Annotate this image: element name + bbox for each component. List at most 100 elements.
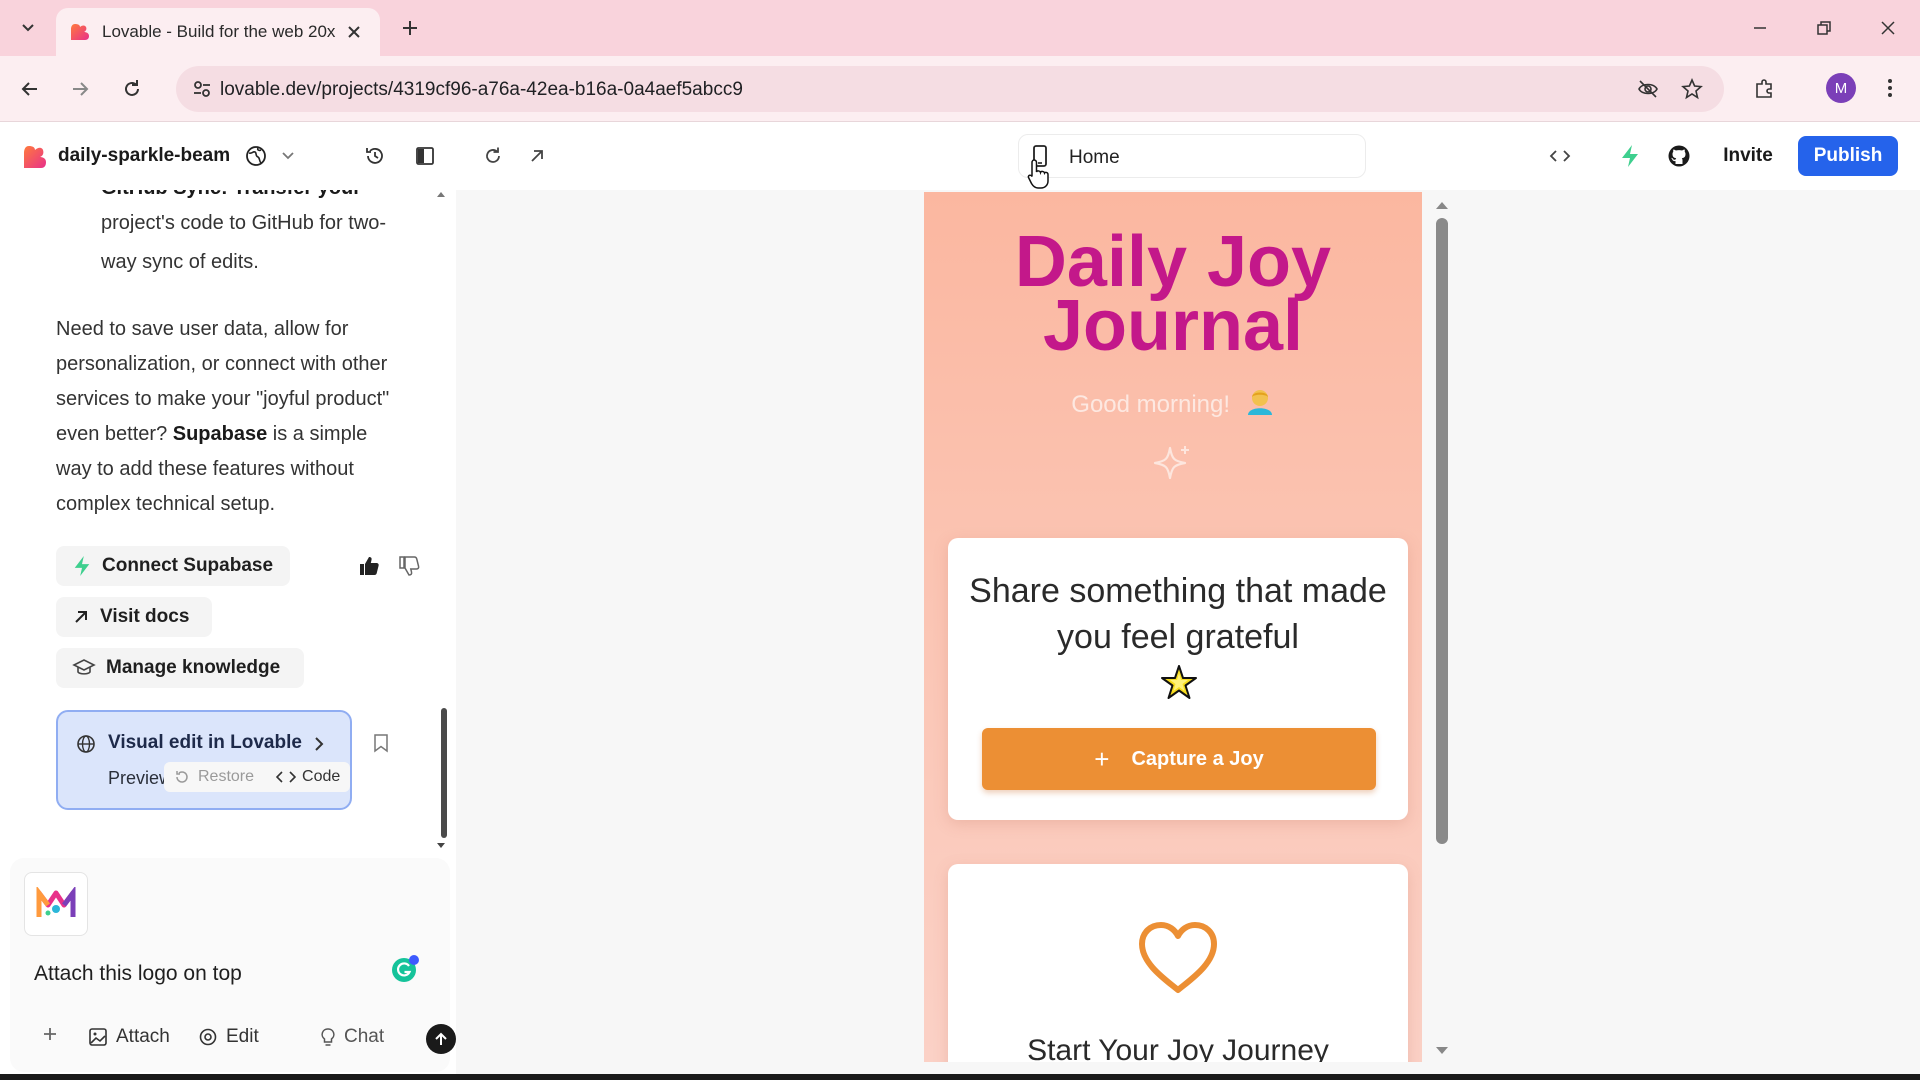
publish-button[interactable]: Publish bbox=[1798, 136, 1898, 176]
site-info-icon[interactable] bbox=[190, 77, 214, 101]
history-icon[interactable] bbox=[361, 142, 389, 170]
profile-avatar[interactable]: M bbox=[1826, 73, 1856, 103]
route-text: Home bbox=[1069, 147, 1120, 168]
extensions-icon bbox=[1756, 79, 1772, 98]
chat-line: way sync of edits. bbox=[101, 251, 259, 273]
open-external-icon[interactable] bbox=[523, 142, 551, 170]
scroll-down-arrow[interactable] bbox=[436, 842, 446, 850]
capture-joy-label: Capture a Joy bbox=[1131, 747, 1264, 770]
app-title-line-1: Daily Joy bbox=[1014, 222, 1332, 302]
bottom-edge bbox=[0, 1074, 1920, 1080]
close-icon bbox=[348, 26, 360, 38]
chat-toolbar: Attach Edit Chat bbox=[30, 1022, 456, 1058]
send-button[interactable] bbox=[426, 1024, 456, 1054]
preview-scrollbar-thumb[interactable] bbox=[1436, 218, 1448, 844]
bookmark-icon bbox=[374, 734, 388, 753]
reload-button[interactable] bbox=[116, 73, 148, 105]
add-button[interactable] bbox=[42, 1026, 66, 1042]
address-bar[interactable]: lovable.dev/projects/4319cf96-a76a-42ea-… bbox=[176, 66, 1724, 112]
minimize-button[interactable] bbox=[1740, 12, 1780, 44]
github-icon[interactable] bbox=[1665, 142, 1693, 170]
project-name[interactable]: daily-sparkle-beam bbox=[58, 145, 230, 167]
project-menu-chevron[interactable] bbox=[274, 142, 302, 170]
back-button[interactable] bbox=[14, 73, 46, 105]
thumbs-down-icon bbox=[399, 556, 420, 576]
supabase-bolt-icon[interactable] bbox=[1616, 142, 1644, 170]
chat-partial-line: GitHub Sync: Transfer your bbox=[101, 190, 361, 206]
forward-button[interactable] bbox=[64, 73, 96, 105]
list-bullet: • bbox=[68, 190, 73, 205]
chat-scrollbar-thumb[interactable] bbox=[441, 708, 447, 838]
tab-search-button[interactable] bbox=[14, 14, 42, 42]
attach-label: Attach bbox=[116, 1026, 170, 1047]
new-tab-button[interactable] bbox=[396, 14, 424, 42]
sparkle-icon bbox=[1153, 446, 1189, 480]
grammarly-icon[interactable] bbox=[390, 954, 420, 984]
route-selector[interactable]: Home bbox=[1018, 134, 1366, 178]
plus-icon bbox=[44, 1028, 56, 1040]
attach-button[interactable]: Attach bbox=[88, 1026, 170, 1048]
graduation-cap-icon bbox=[72, 659, 96, 675]
chat-line: complex technical setup. bbox=[56, 493, 276, 515]
thumbs-down-button[interactable] bbox=[396, 553, 422, 579]
manage-knowledge-button[interactable]: Manage knowledge bbox=[56, 648, 304, 688]
visit-docs-button[interactable]: Visit docs bbox=[56, 597, 212, 637]
mobile-preview-frame[interactable]: Daily Joy Journal Good morning! Share so… bbox=[924, 192, 1422, 1062]
globe-icon[interactable] bbox=[242, 142, 270, 170]
lovable-logo[interactable] bbox=[22, 144, 48, 170]
attached-image-thumbnail[interactable] bbox=[24, 872, 88, 936]
visual-edit-title: Visual edit in Lovable bbox=[108, 732, 302, 753]
code-button[interactable]: Code bbox=[276, 768, 340, 786]
person-emoji-icon bbox=[1247, 390, 1272, 415]
browser-menu-button[interactable] bbox=[1876, 73, 1904, 103]
thumbs-up-button[interactable] bbox=[356, 553, 382, 579]
greeting-label: Good morning! bbox=[1071, 391, 1231, 418]
connect-supabase-button[interactable]: Connect Supabase bbox=[56, 546, 290, 586]
manage-knowledge-label: Manage knowledge bbox=[106, 657, 281, 678]
browser-tab-bar: Lovable - Build for the web 20x bbox=[0, 0, 1920, 56]
chat-prompt-text[interactable]: Attach this logo on top bbox=[34, 962, 242, 986]
restore-window-button[interactable] bbox=[1804, 12, 1844, 44]
version-actions: Restore Code bbox=[164, 762, 351, 792]
extensions-button[interactable] bbox=[1748, 73, 1780, 105]
restore-button[interactable]: Restore bbox=[174, 768, 254, 786]
forward-icon bbox=[73, 82, 89, 96]
journey-title: Start Your Joy Journey bbox=[1027, 1034, 1329, 1062]
scroll-up-arrow[interactable] bbox=[436, 190, 446, 198]
chat-panel: • GitHub Sync: Transfer your project's c… bbox=[0, 190, 456, 1080]
lovable-favicon bbox=[71, 24, 89, 40]
eye-off-icon[interactable] bbox=[1636, 77, 1660, 101]
sidebar-toggle-icon[interactable] bbox=[411, 142, 439, 170]
code-icon bbox=[276, 771, 297, 783]
browser-tab-active[interactable]: Lovable - Build for the web 20x bbox=[56, 8, 380, 56]
tab-close-button[interactable] bbox=[342, 20, 366, 44]
preview-scroll-up-arrow[interactable] bbox=[1435, 200, 1449, 210]
supabase-bold: Supabase bbox=[172, 423, 268, 445]
code-view-icon[interactable] bbox=[1546, 142, 1574, 170]
invite-button[interactable]: Invite bbox=[1708, 136, 1788, 176]
capture-joy-button[interactable]: + Capture a Joy bbox=[982, 728, 1376, 790]
bookmark-star-icon[interactable] bbox=[1680, 77, 1704, 101]
arrow-up-right-icon bbox=[75, 611, 87, 623]
preview-scroll-down-arrow[interactable] bbox=[1435, 1046, 1449, 1056]
chat-line: even better? Supabase is a simple bbox=[56, 417, 367, 452]
app-title: Daily Joy Journal bbox=[924, 222, 1422, 362]
gratitude-prompt: Share something that made you feel grate… bbox=[969, 572, 1387, 656]
browser-toolbar: lovable.dev/projects/4319cf96-a76a-42ea-… bbox=[0, 56, 1920, 122]
refresh-preview-icon[interactable] bbox=[479, 142, 507, 170]
chat-input-area[interactable]: Attach this logo on top Attach Edit Chat bbox=[10, 858, 456, 1072]
globe-icon bbox=[77, 735, 95, 753]
target-icon bbox=[199, 1028, 217, 1046]
close-window-button[interactable] bbox=[1868, 12, 1908, 44]
reload-icon bbox=[125, 80, 139, 96]
edit-button[interactable]: Edit bbox=[198, 1026, 259, 1048]
thumbs-up-icon bbox=[360, 557, 379, 575]
github-sync-label: GitHub Sync: Transfer your bbox=[101, 190, 361, 199]
chat-span: is a simple bbox=[267, 423, 368, 445]
visual-edit-card[interactable]: Visual edit in Lovable Preview Latest bbox=[56, 710, 352, 810]
greeting-text: Good morning! bbox=[924, 388, 1422, 419]
chat-mode-button[interactable]: Chat bbox=[320, 1026, 384, 1048]
chat-line: services to make your "joyful product" bbox=[56, 388, 390, 410]
connect-supabase-label: Connect Supabase bbox=[102, 555, 274, 576]
bookmark-button[interactable] bbox=[368, 730, 394, 756]
